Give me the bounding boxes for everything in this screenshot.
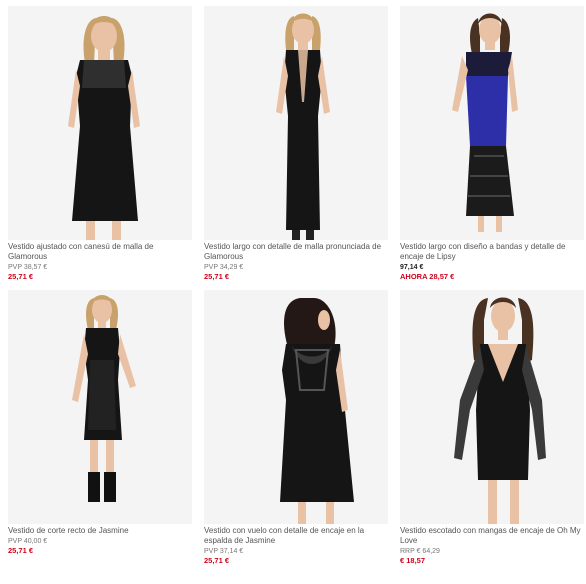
original-price: 97,14 € (400, 264, 424, 271)
original-price: RRP € 64,29 (400, 548, 440, 555)
product-title[interactable]: Vestido largo con detalle de malla pronu… (204, 242, 390, 262)
sale-price: 25,71 € (204, 556, 230, 565)
sale-price: 25,71 € (204, 272, 230, 281)
product-title[interactable]: Vestido de corte recto de Jasmine (8, 526, 194, 536)
product-title[interactable]: Vestido ajustado con canesú de malla de … (8, 242, 194, 262)
product-title[interactable]: Vestido largo con diseño a bandas y deta… (400, 242, 586, 262)
product-title[interactable]: Vestido escotado con mangas de encaje de… (400, 526, 586, 546)
product-title[interactable]: Vestido con vuelo con detalle de encaje … (204, 526, 390, 546)
product-image[interactable] (400, 6, 584, 240)
original-price: PVP 38,57 € (8, 264, 48, 271)
sale-price: AHORA 28,57 € (400, 272, 455, 281)
original-price: PVP 34,29 € (204, 264, 244, 271)
sale-price: € 18,57 (400, 556, 426, 565)
product-image[interactable] (204, 290, 388, 524)
product-image[interactable] (8, 6, 192, 240)
sale-price: 25,71 € (8, 546, 34, 555)
original-price: PVP 40,00 € (8, 538, 48, 545)
sale-price: 25,71 € (8, 272, 34, 281)
product-image[interactable] (8, 290, 192, 524)
product-image[interactable] (400, 290, 584, 524)
product-image[interactable] (204, 6, 388, 240)
original-price: PVP 37,14 € (204, 548, 244, 555)
